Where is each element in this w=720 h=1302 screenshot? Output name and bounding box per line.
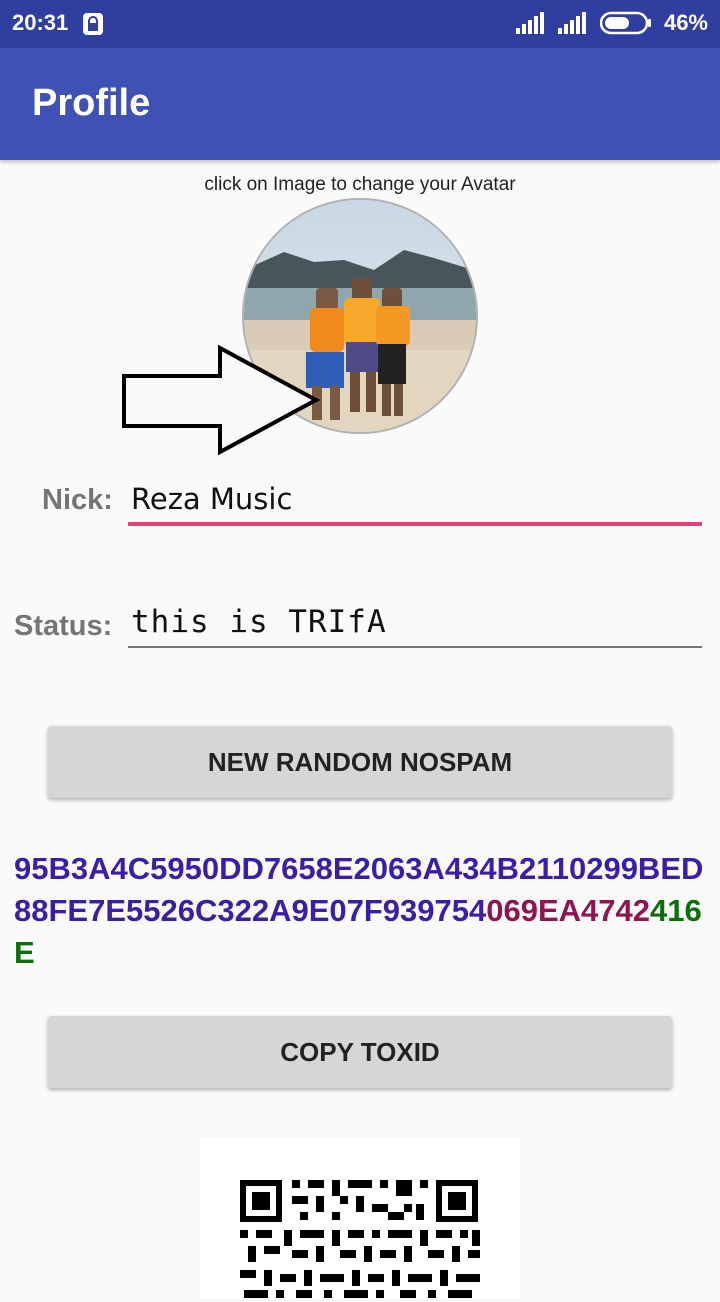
avatar-hint: click on Image to change your Avatar	[204, 174, 516, 195]
new-random-nospam-button[interactable]: NEW RANDOM NOSPAM	[48, 726, 672, 798]
toxid-nospam: 069EA4742	[486, 893, 651, 928]
status-input[interactable]: this is TRIfA	[128, 604, 702, 648]
toxid-text: 95B3A4C5950DD7658E2063A434B2110299BED88F…	[14, 848, 714, 974]
page-title: Profile	[32, 82, 151, 124]
status-bar: 20:31 46%	[0, 0, 720, 48]
qr-code	[200, 1138, 520, 1298]
signal-icon	[515, 12, 544, 34]
battery-icon	[599, 11, 651, 35]
status-label: Status:	[14, 610, 113, 642]
app-bar: Profile	[0, 48, 720, 160]
nick-input[interactable]: Reza Music	[128, 482, 702, 526]
signal-icon	[557, 12, 586, 34]
nick-label: Nick:	[42, 484, 113, 516]
status-time: 20:31	[12, 10, 69, 35]
lock-icon	[83, 13, 103, 35]
battery-percent: 46%	[663, 10, 708, 35]
copy-toxid-button[interactable]: COPY TOXID	[48, 1016, 672, 1088]
arrow-right-icon	[122, 344, 320, 456]
